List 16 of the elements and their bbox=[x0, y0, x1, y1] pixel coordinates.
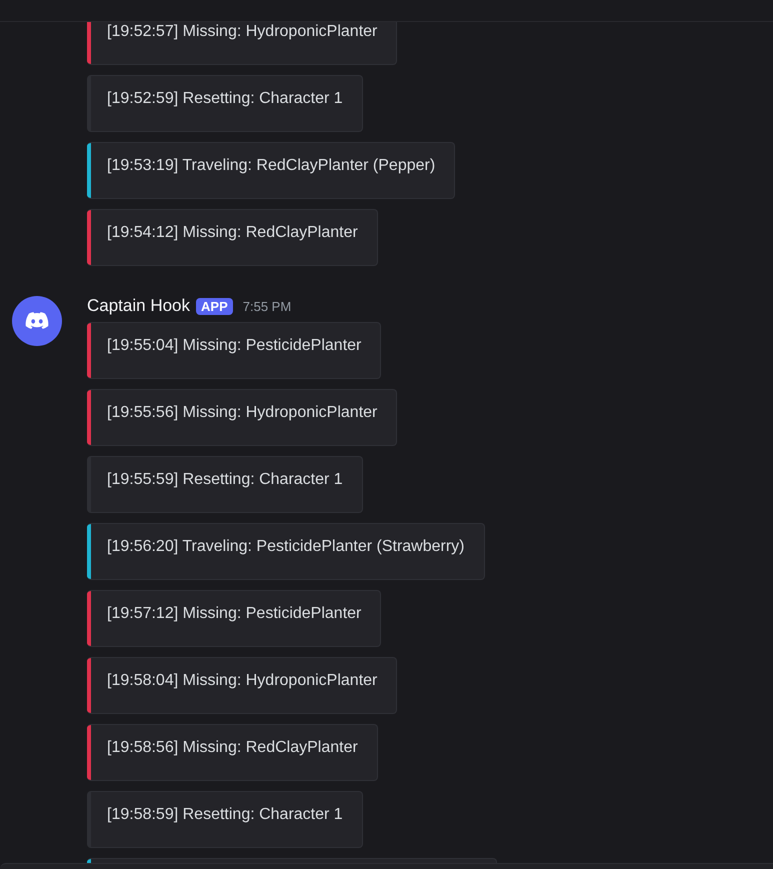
embed-text: [19:55:59] Resetting: Character 1 bbox=[107, 471, 343, 488]
embed-text: [19:57:12] Missing: PesticidePlanter bbox=[107, 605, 362, 622]
embed-text: [19:58:04] Missing: HydroponicPlanter bbox=[107, 672, 378, 689]
embed-text: [19:58:59] Resetting: Character 1 bbox=[107, 806, 343, 823]
avatar-icon bbox=[12, 296, 62, 346]
embed-text: [19:53:19] Traveling: RedClayPlanter (Pepper) bbox=[107, 157, 436, 174]
embed-text: [19:52:57] Missing: HydroponicPlanter bbox=[107, 23, 378, 40]
embed-text: [19:54:12] Missing: RedClayPlanter bbox=[107, 224, 358, 241]
embed-text: [19:52:59] Resetting: Character 1 bbox=[107, 90, 343, 107]
embed-text: [19:56:20] Traveling: PesticidePlanter (Strawberry) bbox=[107, 538, 464, 555]
app-tag: APP bbox=[196, 298, 233, 314]
embed-text: [19:55:56] Missing: HydroponicPlanter bbox=[107, 404, 378, 421]
embed-text: [19:55:04] Missing: PesticidePlanter bbox=[107, 337, 362, 354]
message-time: 7:55 PM bbox=[242, 298, 292, 314]
author-name[interactable]: Captain Hook bbox=[87, 296, 190, 316]
embed-text: [19:58:56] Missing: RedClayPlanter bbox=[107, 739, 358, 756]
